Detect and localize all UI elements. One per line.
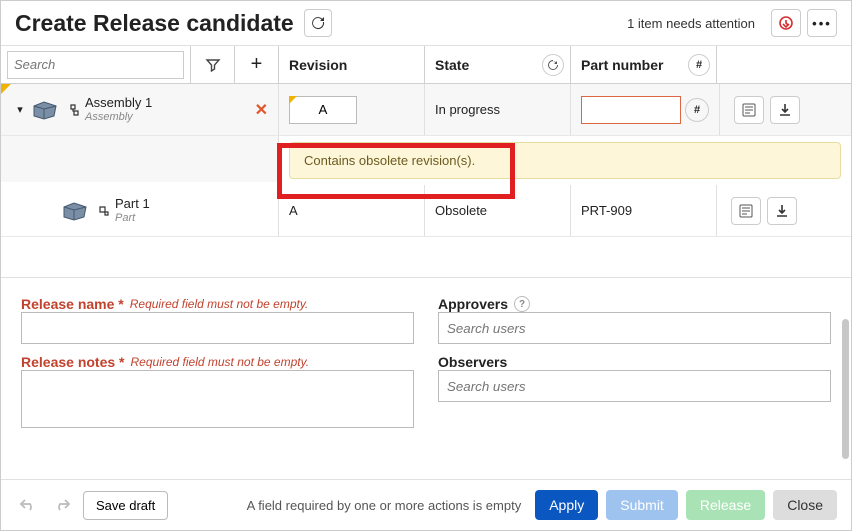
revision-input[interactable]	[289, 96, 357, 124]
warning-message: Contains obsolete revision(s).	[289, 142, 841, 179]
release-name-required-msg: Required field must not be empty.	[130, 297, 309, 311]
release-name-label: Release name *	[21, 296, 124, 312]
partnumber-generate-icon[interactable]: #	[688, 54, 710, 76]
plus-icon: +	[251, 53, 263, 76]
state-refresh-icon[interactable]	[542, 54, 564, 76]
alert-down-icon	[779, 16, 793, 30]
refresh-icon	[310, 15, 326, 31]
observers-label: Observers	[438, 354, 507, 370]
expand-toggle[interactable]: ▾	[13, 103, 27, 116]
add-button[interactable]: +	[235, 46, 279, 83]
footer-validation-msg: A field required by one or more actions …	[176, 498, 527, 513]
save-draft-button[interactable]: Save draft	[83, 491, 168, 520]
row-download-button[interactable]	[770, 96, 800, 124]
link-icon	[67, 103, 81, 117]
column-header-partnumber[interactable]: Part number	[581, 57, 663, 73]
column-header-revision[interactable]: Revision	[279, 46, 425, 83]
part-state: Obsolete	[435, 203, 487, 218]
attention-text: 1 item needs attention	[627, 16, 755, 31]
assembly-name: Assembly 1	[85, 95, 152, 111]
row-details-button[interactable]	[731, 197, 761, 225]
part-name: Part 1	[115, 196, 150, 212]
release-name-input[interactable]	[21, 312, 414, 344]
alert-button[interactable]	[771, 9, 801, 37]
ellipsis-icon: •••	[812, 16, 832, 31]
assembly-icon	[27, 100, 67, 120]
row-details-button[interactable]	[734, 96, 764, 124]
approvers-input[interactable]	[438, 312, 831, 344]
scrollbar[interactable]	[842, 319, 849, 459]
undo-button[interactable]	[15, 492, 41, 518]
state-value: In progress	[435, 102, 500, 117]
part-revision: A	[289, 203, 298, 218]
partnumber-input[interactable]	[581, 96, 681, 124]
close-button[interactable]: Close	[773, 490, 837, 520]
search-input[interactable]	[7, 51, 184, 79]
apply-button[interactable]: Apply	[535, 490, 598, 520]
link-icon	[97, 204, 111, 218]
release-notes-label: Release notes *	[21, 354, 125, 370]
help-icon[interactable]: ?	[514, 296, 530, 312]
remove-row-button[interactable]: ✕	[255, 100, 268, 120]
refresh-button[interactable]	[304, 9, 332, 37]
part-type: Part	[115, 212, 150, 225]
release-button[interactable]: Release	[686, 490, 765, 520]
submit-button[interactable]: Submit	[606, 490, 678, 520]
part-icon	[57, 201, 97, 221]
assembly-type: Assembly	[85, 111, 152, 124]
generate-pn-button[interactable]: #	[685, 98, 709, 122]
more-button[interactable]: •••	[807, 9, 837, 37]
observers-input[interactable]	[438, 370, 831, 402]
filter-button[interactable]	[191, 46, 235, 83]
release-notes-input[interactable]	[21, 370, 414, 428]
approvers-label: Approvers	[438, 296, 508, 312]
filter-icon	[205, 57, 221, 73]
redo-button[interactable]	[49, 492, 75, 518]
part-partnumber: PRT-909	[581, 203, 632, 218]
release-notes-required-msg: Required field must not be empty.	[131, 355, 310, 369]
row-download-button[interactable]	[767, 197, 797, 225]
column-header-state[interactable]: State	[435, 57, 469, 73]
page-title: Create Release candidate	[15, 10, 294, 37]
